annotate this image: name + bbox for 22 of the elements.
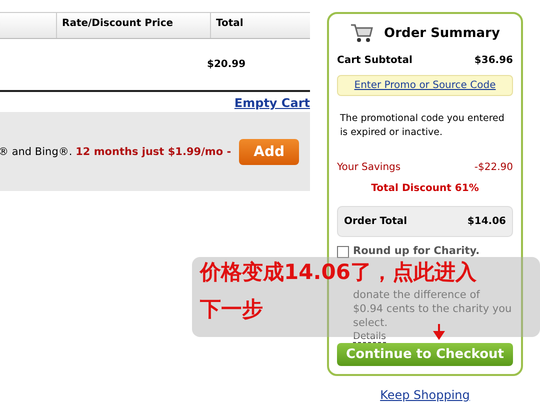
savings-value: -$22.90 [474,162,513,173]
arrow-icon [432,324,446,340]
savings-label: Your Savings [337,162,401,173]
subtotal-label: Cart Subtotal [337,55,412,66]
column-header: Rate/Discount Price [56,13,210,38]
charity-checkbox[interactable] [337,246,349,258]
charity-title: Round up for Charity. [353,245,480,257]
cart-icon [350,23,374,43]
annotation-text: 价格变成14.06了，点此进入 [200,259,476,285]
empty-cart-link[interactable]: Empty Cart [234,96,310,110]
summary-title: Order Summary [384,26,500,40]
order-total-value: $14.06 [467,216,506,227]
subtotal-value: $36.96 [474,55,513,66]
promo-code-link[interactable]: Enter Promo or Source Code [354,80,496,91]
promo-message: The promotional code you entered is expired or inactive. [340,112,506,140]
keep-shopping-link[interactable]: Keep Shopping [380,388,470,402]
order-total-label: Order Total [344,216,408,227]
charity-description: donate the difference of $0.94 cents to the charity you select. [353,288,513,330]
total-discount: Total Discount 61% [370,183,480,194]
column-header: Total [210,13,310,38]
annotation-text: 下一步 [200,296,263,322]
table-cell-text: $20.99 [206,59,246,70]
